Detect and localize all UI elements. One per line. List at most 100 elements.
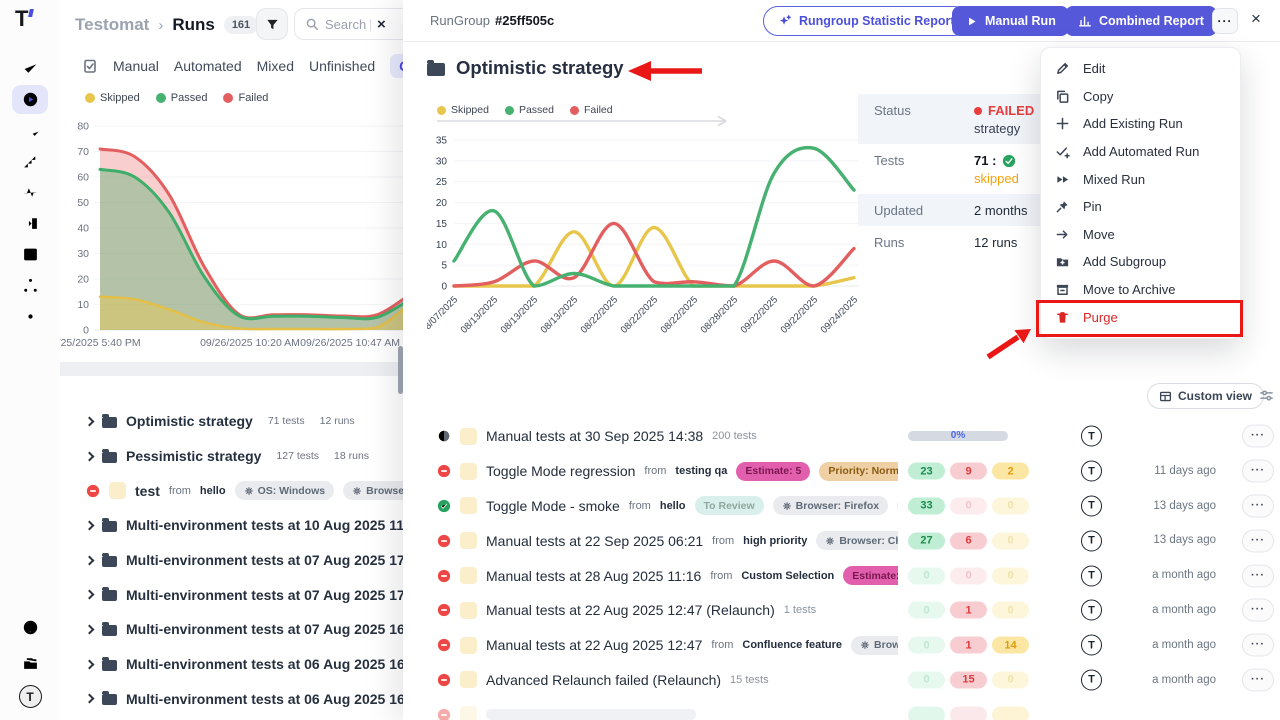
filter-button[interactable]: [256, 8, 288, 40]
list-item[interactable]: testfromhelloOS: WindowsBrowser: Chrome: [60, 473, 403, 508]
skipped-count: 0: [992, 497, 1029, 514]
rail-item-report[interactable]: [12, 240, 48, 269]
rail-item-folders[interactable]: [12, 649, 48, 678]
menu-item-add-automated-run[interactable]: Add Automated Run: [1041, 138, 1240, 166]
list-item[interactable]: Multi-environment tests at 07 Aug 2025 1…: [60, 577, 403, 612]
chevron-right-icon[interactable]: [85, 451, 95, 461]
rungroup-name: Multi-environment tests at 07 Aug 2025 1…: [126, 552, 403, 568]
row-more-button[interactable]: ···: [1242, 668, 1274, 691]
row-more-button[interactable]: ···: [1242, 529, 1274, 552]
legend-skipped[interactable]: Skipped: [85, 92, 140, 104]
row-more-button[interactable]: ···: [1242, 460, 1274, 483]
run-row[interactable]: Manual tests at 22 Sep 2025 06:21fromhig…: [403, 523, 1280, 558]
list-item[interactable]: Pessimistic strategy127 tests18 runs: [60, 439, 403, 474]
manual-run-button[interactable]: Manual Run: [952, 6, 1069, 36]
run-row[interactable]: Manual tests at 22 Aug 2025 12:47 (Relau…: [403, 593, 1280, 628]
rail-item-help[interactable]: [12, 613, 48, 642]
rungroup-name: Multi-environment tests at 06 Aug 2025 1…: [126, 691, 403, 707]
custom-view-button[interactable]: Custom view: [1147, 383, 1264, 409]
from-label: from: [169, 485, 191, 497]
menu-item-edit[interactable]: Edit: [1041, 55, 1240, 83]
run-row[interactable]: Toggle Mode regressionfromtesting qaEsti…: [403, 454, 1280, 489]
chevron-right-icon[interactable]: [85, 520, 95, 530]
row-more-button[interactable]: ···: [1242, 599, 1274, 622]
group-title-text: Optimistic strategy: [456, 57, 624, 79]
row-more-button[interactable]: ···: [1242, 634, 1274, 657]
chevron-right-icon[interactable]: [85, 625, 95, 635]
menu-item-add-subgroup[interactable]: Add Subgroup: [1041, 248, 1240, 276]
testomat-logo-icon: T: [1081, 565, 1102, 586]
row-more-button[interactable]: ···: [1242, 425, 1274, 448]
list-item[interactable]: Multi-environment tests at 07 Aug 2025 1…: [60, 543, 403, 578]
menu-item-mixed-run[interactable]: Mixed Run: [1041, 165, 1240, 193]
brand-logo-icon[interactable]: T: [15, 6, 28, 32]
list-item[interactable]: Multi-environment tests at 06 Aug 2025 1…: [60, 647, 403, 682]
run-row[interactable]: Manual tests at 30 Sep 2025 14:38200 tes…: [403, 419, 1280, 454]
rail-item-check[interactable]: [12, 54, 48, 83]
rail-item-list-check[interactable]: [12, 116, 48, 145]
svg-text:09/22/2025: 09/22/2025: [739, 294, 780, 335]
legend-failed[interactable]: Failed: [223, 92, 268, 104]
view-settings-sliders-icon[interactable]: [1259, 388, 1274, 403]
list-item[interactable]: Multi-environment tests at 06 Aug 2025 1…: [60, 682, 403, 717]
menu-item-add-existing-run[interactable]: Add Existing Run: [1041, 110, 1240, 138]
legend-passed[interactable]: Passed: [505, 104, 554, 116]
svg-text:08/22/2025: 08/22/2025: [619, 294, 660, 335]
menu-item-copy[interactable]: Copy: [1041, 83, 1240, 111]
tab-mixed[interactable]: Mixed: [257, 58, 294, 74]
failed-count: 9: [950, 463, 987, 480]
rail-logo-icon[interactable]: T: [19, 685, 42, 708]
rail-item-branch[interactable]: [12, 271, 48, 300]
combined-report-button[interactable]: Combined Report: [1065, 6, 1217, 36]
failed-count: [950, 706, 987, 720]
list-item[interactable]: Multi-environment tests at 07 Aug 2025 1…: [60, 612, 403, 647]
list-item[interactable]: Multi-environment tests at 10 Aug 2025 1…: [60, 508, 403, 543]
legend-failed[interactable]: Failed: [570, 104, 613, 116]
badge-priority: Priority: Normal: [819, 462, 898, 481]
panel-edge-scrollbar[interactable]: [398, 346, 403, 394]
run-row[interactable]: Manual tests at 28 Aug 2025 11:16fromCus…: [403, 558, 1280, 593]
search-input[interactable]: [325, 17, 371, 32]
legend-label-skipped: Skipped: [100, 92, 140, 104]
rail-item-sign-in[interactable]: [12, 209, 48, 238]
rail-item-play-circle[interactable]: [12, 85, 48, 114]
testomat-logo-icon: T: [1081, 530, 1102, 551]
svg-text:0: 0: [83, 325, 89, 337]
chevron-right-icon[interactable]: [85, 659, 95, 669]
more-actions-button[interactable]: ···: [1212, 8, 1238, 34]
rail-item-pulse[interactable]: [12, 178, 48, 207]
chevron-right-icon[interactable]: [85, 555, 95, 565]
rungroup-statistic-report-label: Rungroup Statistic Report: [799, 14, 955, 28]
skipped-count: 2: [992, 463, 1029, 480]
runs-count: 18 runs: [334, 450, 369, 462]
legend-label-passed: Passed: [519, 104, 554, 116]
run-row[interactable]: Advanced Relaunch failed (Relaunch)15 te…: [403, 663, 1280, 698]
search-clear-button[interactable]: ×: [377, 16, 386, 33]
legend-passed[interactable]: Passed: [156, 92, 208, 104]
rail-item-steps[interactable]: [12, 147, 48, 176]
row-more-button[interactable]: ···: [1242, 494, 1274, 517]
list-item[interactable]: Optimistic strategy71 tests12 runs: [60, 404, 403, 439]
chevron-right-icon[interactable]: [85, 416, 95, 426]
run-row[interactable]: Toggle Mode - smokefromhelloTo ReviewBro…: [403, 489, 1280, 524]
run-row[interactable]: [403, 697, 1280, 720]
badge-env: OS: MacOS: [897, 496, 898, 515]
tab-unfinished[interactable]: Unfinished: [309, 58, 375, 74]
row-more-button[interactable]: ···: [1242, 564, 1274, 587]
rail-item-gear[interactable]: [12, 302, 48, 331]
breadcrumb-app[interactable]: Testomat: [75, 15, 149, 35]
run-time: a month ago: [1152, 628, 1216, 663]
chevron-right-icon[interactable]: [85, 590, 95, 600]
chevron-right-icon[interactable]: [85, 694, 95, 704]
close-panel-button[interactable]: ×: [1251, 9, 1261, 29]
legend-skipped[interactable]: Skipped: [437, 104, 489, 116]
menu-item-move[interactable]: Move: [1041, 221, 1240, 249]
menu-item-pin[interactable]: Pin: [1041, 193, 1240, 221]
tab-manual[interactable]: Manual: [113, 58, 159, 74]
tab-automated[interactable]: Automated: [174, 58, 242, 74]
test-run-icon: [460, 637, 477, 654]
run-row[interactable]: Manual tests at 22 Aug 2025 12:47fromCon…: [403, 628, 1280, 663]
legend-label-skipped: Skipped: [451, 104, 489, 116]
test-run-icon: [460, 428, 477, 445]
rungroup-statistic-report-button[interactable]: Rungroup Statistic Report: [763, 6, 969, 36]
